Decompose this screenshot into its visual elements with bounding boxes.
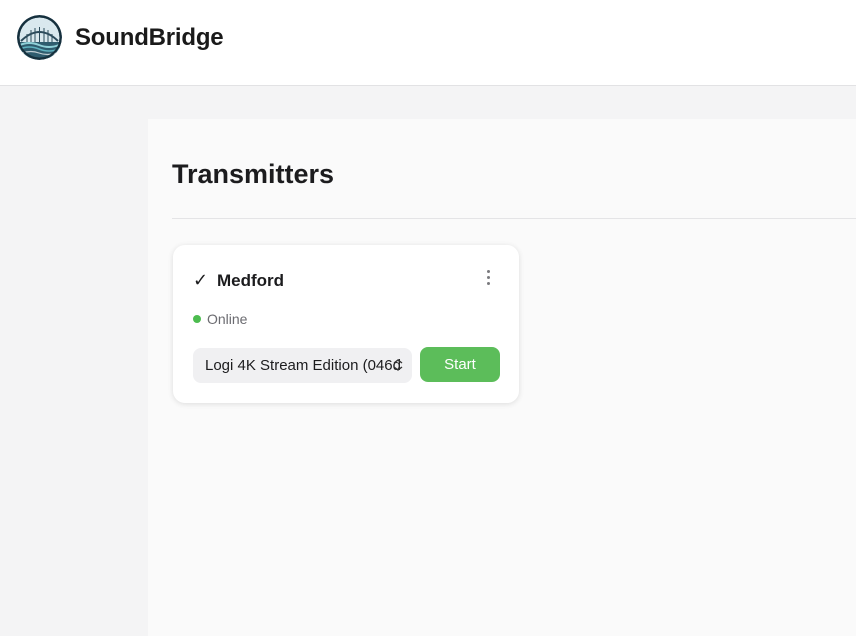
status-indicator: Online — [193, 311, 247, 327]
status-text: Online — [207, 311, 248, 327]
transmitter-name: Medford — [217, 271, 285, 290]
start-button[interactable]: Start — [420, 347, 500, 382]
checkmark-icon: ✓ — [193, 270, 209, 290]
chevron-updown-icon — [393, 359, 403, 371]
page-title: Transmitters — [172, 159, 335, 189]
transmitter-card: ✓ Medford Online Logi 4K Stream Edition … — [173, 245, 519, 403]
main-content: Transmitters ✓ Medford Online Logi 4K St… — [148, 119, 856, 636]
more-vertical-icon[interactable] — [478, 266, 498, 288]
app-name[interactable]: SoundBridge — [75, 24, 224, 52]
device-select[interactable]: Logi 4K Stream Edition (046d:0893) — [193, 348, 412, 383]
bridge-logo-icon[interactable] — [17, 15, 62, 60]
status-dot-icon — [193, 315, 201, 323]
top-bar: SoundBridge — [0, 0, 856, 86]
device-select-value: Logi 4K Stream Edition (046d:0893) — [205, 357, 401, 374]
title-divider — [172, 218, 856, 219]
